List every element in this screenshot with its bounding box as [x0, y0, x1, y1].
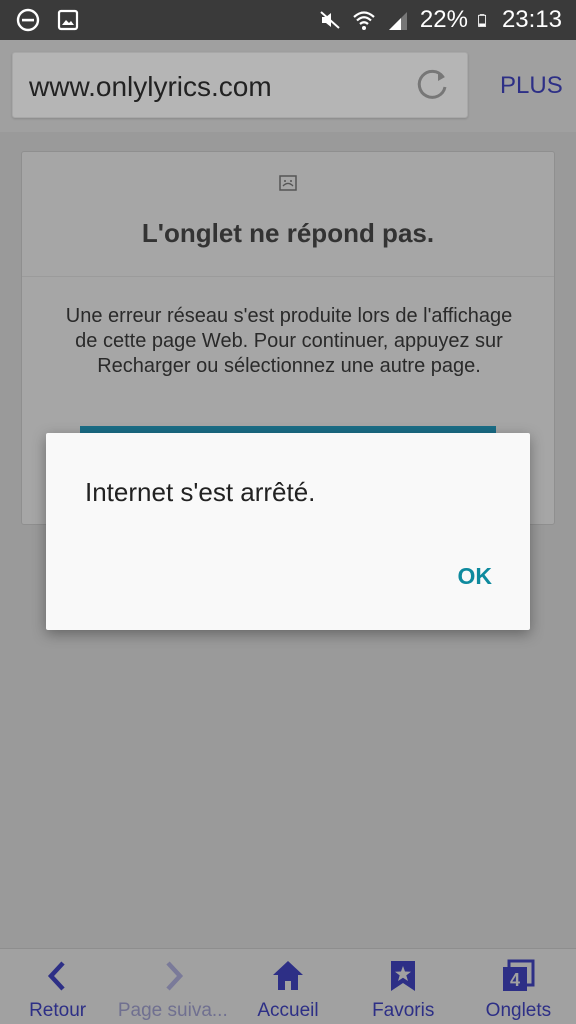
nav-tabs-label: Onglets — [485, 1000, 552, 1021]
nav-home[interactable]: Accueil — [230, 949, 345, 1024]
battery-percent: 22% — [419, 6, 468, 33]
error-card-header: L'onglet ne répond pas. — [22, 152, 554, 277]
nav-forward-label: Page suiva... — [117, 1000, 228, 1021]
alert-dialog: Internet s'est arrêté. OK — [46, 433, 530, 630]
error-title: L'onglet ne répond pas. — [141, 218, 435, 248]
bottom-navigation: Retour Page suiva... Accueil Favoris 4 O… — [0, 948, 576, 1024]
nav-back-label: Retour — [29, 1000, 87, 1021]
url-text: www.onlylyrics.com — [29, 71, 272, 102]
browser-toolbar: www.onlylyrics.com PLUS — [0, 40, 576, 132]
forward-arrow-icon — [166, 961, 183, 991]
back-arrow-icon — [47, 961, 65, 991]
nav-forward[interactable]: Page suiva... — [115, 949, 230, 1024]
broken-page-icon — [279, 175, 297, 191]
mute-icon — [320, 11, 340, 29]
dialog-message: Internet s'est arrêté. — [85, 477, 316, 507]
wifi-icon — [353, 11, 375, 30]
tabs-icon: 4 — [503, 959, 535, 991]
more-button[interactable]: PLUS — [500, 72, 563, 100]
url-bar[interactable]: www.onlylyrics.com — [12, 52, 468, 118]
bookmark-star-icon — [391, 961, 416, 991]
gallery-icon — [57, 9, 79, 31]
status-bar: 22% 23:13 — [0, 0, 576, 40]
home-icon — [273, 961, 303, 990]
nav-favorites-label: Favoris — [372, 1000, 435, 1021]
signal-icon — [388, 12, 407, 30]
nav-home-label: Accueil — [257, 1000, 319, 1021]
tab-count: 4 — [510, 970, 520, 990]
nav-tabs[interactable]: 4 Onglets — [461, 949, 576, 1024]
ok-button[interactable]: OK — [458, 563, 493, 590]
nav-back[interactable]: Retour — [0, 949, 115, 1024]
reload-icon[interactable] — [415, 67, 451, 103]
error-message: Une erreur réseau s'est produite lors de… — [65, 305, 513, 377]
clock: 23:13 — [501, 6, 562, 33]
do-not-disturb-icon — [16, 8, 40, 32]
battery-icon — [478, 14, 486, 27]
nav-favorites[interactable]: Favoris — [346, 949, 461, 1024]
